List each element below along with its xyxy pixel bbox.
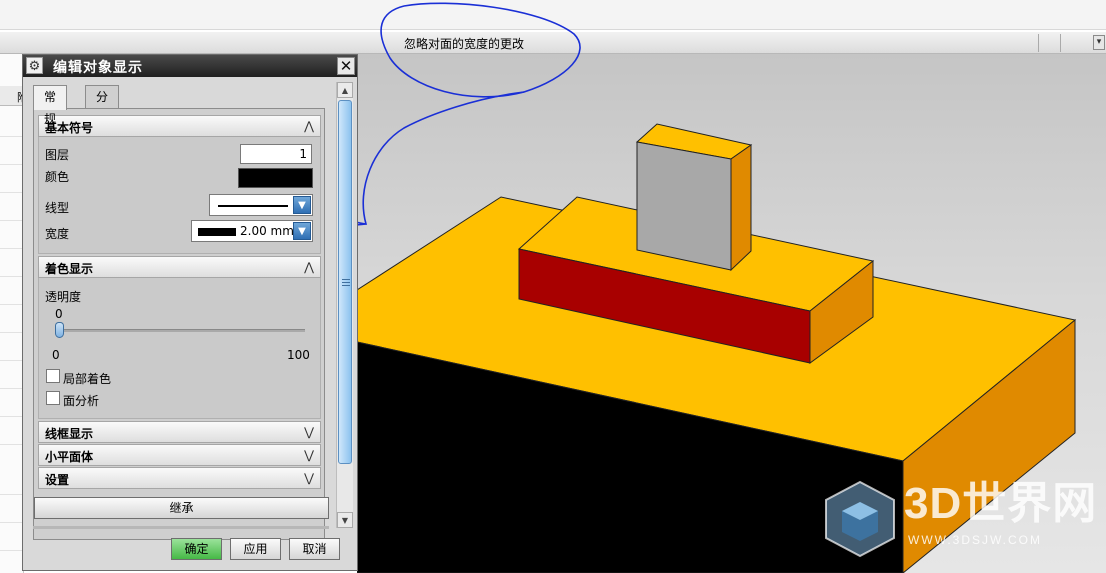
width-sample-bar [198, 228, 236, 236]
scrollbar-thumb[interactable] [338, 100, 352, 464]
linetype-label: 线型 [45, 201, 70, 215]
grip-line [342, 285, 350, 286]
tab-analysis[interactable]: 分析 [85, 85, 120, 126]
slider-max-label: 100 [287, 348, 310, 362]
scroll-down-icon[interactable]: ▼ [337, 512, 353, 528]
section-basic-symbol-body: 图层 1 颜色 线型 ▼ 宽度 2.00 mm ▼ [38, 137, 321, 254]
chevron-up-icon[interactable]: ⋀ [300, 117, 318, 135]
chevron-down-icon[interactable]: ⋁ [300, 423, 318, 441]
inherit-button[interactable]: 继承 [34, 497, 329, 519]
grip-line [342, 279, 350, 280]
color-label: 颜色 [45, 170, 70, 184]
width-value: 2.00 mm [240, 224, 294, 238]
apply-button[interactable]: 应用 [230, 538, 281, 560]
dialog-scrollbar[interactable]: ▲ ▼ [336, 82, 353, 528]
layer-field[interactable]: 1 [240, 144, 312, 164]
edit-object-display-dialog: ⚙ 编辑对象显示 ✕ 常规 分析 基本符号 ⋀ 图层 1 颜色 线型 ▼ 宽度 … [22, 54, 358, 571]
watermark-title: 3D世界网 [904, 479, 1098, 528]
section-shaded-display[interactable]: 着色显示 ⋀ [38, 256, 321, 278]
linetype-combo[interactable]: ▼ [209, 194, 313, 216]
ok-button[interactable]: 确定 [171, 538, 222, 560]
close-icon[interactable]: ✕ [337, 57, 355, 75]
grip-line [342, 282, 350, 283]
dialog-titlebar[interactable]: ⚙ 编辑对象显示 ✕ [23, 55, 357, 77]
section-settings[interactable]: 设置 ⋁ [38, 467, 321, 489]
dialog-title: 编辑对象显示 [53, 60, 143, 76]
transparency-label: 透明度 [45, 290, 82, 304]
section-shaded-display-label: 着色显示 [45, 262, 94, 276]
section-wireframe-display[interactable]: 线框显示 ⋁ [38, 421, 321, 443]
section-settings-label: 设置 [45, 473, 70, 487]
color-swatch[interactable] [238, 168, 313, 188]
face-analysis-label: 面分析 [63, 394, 100, 408]
dropdown-arrow-icon[interactable]: ▼ [293, 222, 311, 240]
section-wireframe-display-label: 线框显示 [45, 427, 94, 441]
watermark: 3D世界网 WWW.3DSJW.COM [820, 478, 1100, 558]
section-faceted-body[interactable]: 小平面体 ⋁ [38, 444, 321, 466]
partial-shading-checkbox[interactable] [46, 369, 60, 383]
layer-label: 图层 [45, 148, 70, 162]
solid-line-sample [218, 205, 288, 207]
section-faceted-body-label: 小平面体 [45, 450, 94, 464]
scroll-up-icon[interactable]: ▲ [337, 82, 353, 98]
tab-general[interactable]: 常规 [33, 85, 68, 126]
gear-icon[interactable]: ⚙ [26, 57, 43, 74]
transparency-slider-track[interactable] [57, 329, 305, 332]
partial-shading-label: 局部着色 [63, 372, 112, 386]
cancel-button[interactable]: 取消 [289, 538, 340, 560]
transparency-slider-thumb[interactable] [55, 322, 64, 338]
slider-min-label: 0 [52, 348, 60, 362]
dropdown-arrow-icon[interactable]: ▼ [293, 196, 311, 214]
watermark-cube-icon [825, 480, 895, 558]
chevron-down-icon[interactable]: ⋁ [300, 469, 318, 487]
face-analysis-checkbox[interactable] [46, 391, 60, 405]
chevron-up-icon[interactable]: ⋀ [300, 258, 318, 276]
section-basic-symbol[interactable]: 基本符号 ⋀ [38, 115, 321, 137]
section-shaded-display-body: 透明度 0 0 100 局部着色 面分析 [38, 278, 321, 419]
chevron-down-icon[interactable]: ⋁ [300, 446, 318, 464]
transparency-value: 0 [55, 307, 63, 321]
width-label: 宽度 [45, 227, 70, 241]
dialog-separator [33, 526, 329, 529]
width-combo[interactable]: 2.00 mm ▼ [191, 220, 313, 242]
tab-panel-general: 基本符号 ⋀ 图层 1 颜色 线型 ▼ 宽度 2.00 mm ▼ 着色显示 ⋀ [33, 108, 325, 540]
watermark-subtitle: WWW.3DSJW.COM [908, 533, 1042, 547]
